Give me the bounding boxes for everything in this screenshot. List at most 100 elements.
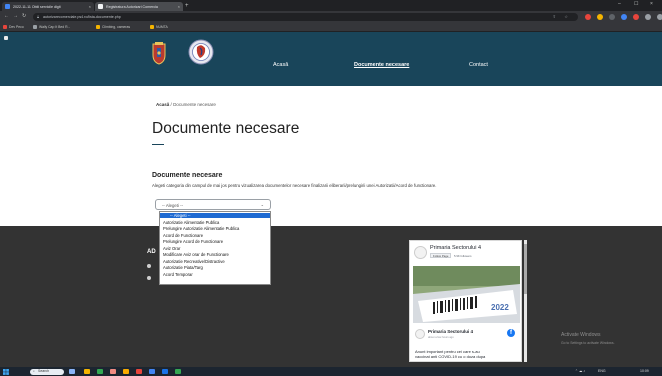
- breadcrumb-current: Documente necesare: [173, 102, 216, 107]
- facebook-page-name[interactable]: Primaria Sectorului 4: [430, 245, 481, 251]
- dropdown-option[interactable]: Prelungire Acord de Functionare: [160, 239, 270, 244]
- site-header: [0, 32, 662, 86]
- maximize-button[interactable]: ☐: [634, 1, 638, 7]
- nav-contact[interactable]: Contact: [469, 62, 488, 68]
- bookmark-item[interactable]: NUMTA: [150, 24, 168, 29]
- task-view-icon[interactable]: [69, 369, 75, 374]
- reload-icon[interactable]: ↻: [22, 13, 26, 19]
- post-author-name[interactable]: Primaria Sectorului 4: [428, 329, 473, 334]
- followers-count: 5.9K followers: [454, 253, 472, 258]
- post-author-avatar[interactable]: [415, 329, 425, 339]
- follow-page-button[interactable]: Follow Page: [430, 253, 451, 258]
- facebook-icon[interactable]: f: [507, 329, 515, 337]
- bookmark-label: Wally Cap It Bed R...: [39, 24, 71, 29]
- bookmark-item[interactable]: Dev Peco: [3, 24, 24, 29]
- nav-home[interactable]: Acasă: [273, 62, 288, 68]
- bookmark-label: Dev Peco: [9, 24, 24, 29]
- scrollbar-thumb[interactable]: [524, 244, 527, 294]
- cover-photo[interactable]: 2022: [413, 266, 520, 323]
- dropdown-option[interactable]: Autorizatie Alimentatie Publica: [160, 220, 270, 225]
- widget-scrollbar[interactable]: [524, 240, 527, 362]
- close-tab-icon[interactable]: ×: [89, 4, 91, 9]
- minimize-button[interactable]: –: [618, 1, 621, 7]
- sidebar-icon[interactable]: [657, 14, 662, 20]
- extension-icon[interactable]: [621, 14, 627, 20]
- app-icon[interactable]: [162, 369, 168, 374]
- browser-tab-active[interactable]: Registratura Autorizari Comercia ×: [95, 2, 183, 11]
- url-text: autorizarecomerciale.ps4.ro/lista-docume…: [43, 14, 121, 19]
- dropdown-option[interactable]: Prelungire Autorizatie Alimentatie Publi…: [160, 226, 270, 231]
- lock-icon: 🔒︎: [37, 14, 40, 19]
- bookmark-icon: [33, 24, 37, 29]
- taskbar-clock[interactable]: 10:09: [640, 369, 649, 373]
- app-icon[interactable]: [136, 369, 142, 374]
- breadcrumb: Acasă / Documente necesare: [156, 102, 216, 107]
- dropdown-option[interactable]: Modificare Aviz orar de Functionare: [160, 252, 270, 257]
- title-underline: [152, 144, 164, 145]
- bookmark-icon: [3, 24, 7, 29]
- select-value: -- Alegeti --: [162, 202, 184, 208]
- puzzle-icon[interactable]: [645, 14, 651, 20]
- bookmark-star-icon[interactable]: ☆: [564, 14, 568, 19]
- app-icon[interactable]: [175, 369, 181, 374]
- email-icon: [147, 276, 151, 280]
- address-bar[interactable]: 🔒︎ autorizarecomerciale.ps4.ro/lista-doc…: [33, 13, 578, 21]
- pin-icon: [4, 36, 8, 40]
- chevron-down-icon: ⌄: [260, 202, 264, 207]
- bookmark-label: Climbing, cameras: [102, 24, 131, 29]
- category-select[interactable]: -- Alegeti -- ⌄: [155, 199, 271, 210]
- file-explorer-icon[interactable]: [123, 369, 129, 374]
- dropdown-option[interactable]: Aviz Orar: [160, 246, 270, 251]
- system-tray-icons[interactable]: ⌃ ☁ ♪: [575, 369, 585, 373]
- search-placeholder: Search: [38, 369, 50, 373]
- close-tab-icon[interactable]: ×: [178, 4, 180, 9]
- breadcrumb-separator: /: [170, 102, 172, 107]
- share-icon[interactable]: ⇪: [553, 14, 556, 19]
- bookmark-icon: [150, 24, 154, 29]
- back-icon[interactable]: ←: [4, 13, 9, 19]
- nav-documents[interactable]: Documente necesare: [354, 62, 409, 68]
- bookmark-item[interactable]: Wally Cap It Bed R...: [33, 24, 71, 29]
- section-description: Alegeti categoria din campul de mai jos …: [152, 183, 437, 188]
- dropdown-option[interactable]: Acord Temporar: [160, 272, 270, 277]
- location-icon: [147, 264, 151, 268]
- bookmark-icon: [96, 24, 100, 29]
- globe-icon: [98, 4, 103, 9]
- dropdown-option[interactable]: Acord de Functionare: [160, 233, 270, 238]
- forward-icon[interactable]: →: [13, 13, 18, 19]
- coat-of-arms-logo[interactable]: [150, 41, 168, 65]
- page-avatar[interactable]: [414, 246, 427, 259]
- new-tab-button[interactable]: +: [185, 2, 189, 10]
- screen: 2022-11-11 Obiii servicile digit × Regis…: [0, 0, 662, 376]
- app-icon[interactable]: [97, 369, 103, 374]
- photo-year-text: 2022: [491, 303, 509, 312]
- page-title: Documente necesare: [152, 120, 300, 137]
- browser-tab-strip: 2022-11-11 Obiii servicile digit × Regis…: [0, 0, 662, 11]
- windows-start-icon[interactable]: [3, 368, 9, 375]
- extension-icon[interactable]: [609, 14, 615, 20]
- app-icon[interactable]: [84, 369, 90, 374]
- activate-windows-title: Activate Windows: [561, 332, 601, 338]
- extension-icon[interactable]: [597, 14, 603, 20]
- taskbar-search[interactable]: ⌕ Search: [30, 368, 64, 375]
- dropdown-option-selected[interactable]: -- Alegeti --: [160, 213, 270, 219]
- language-indicator[interactable]: ENG: [598, 369, 606, 373]
- breadcrumb-home[interactable]: Acasă: [156, 102, 169, 107]
- category-dropdown-list[interactable]: -- Alegeti -- Autorizatie Alimentatie Pu…: [159, 211, 271, 285]
- browser-tab[interactable]: 2022-11-11 Obiii servicile digit ×: [2, 2, 94, 11]
- sector-badge-logo[interactable]: [188, 39, 214, 65]
- bookmark-item[interactable]: Climbing, cameras: [96, 24, 131, 29]
- footer: [0, 226, 662, 367]
- close-window-button[interactable]: ×: [650, 1, 653, 7]
- extension-icon[interactable]: [585, 14, 591, 20]
- bookmark-label: NUMTA: [156, 24, 168, 29]
- dropdown-option[interactable]: Autorizatie Recreative/Distractive: [160, 259, 270, 264]
- chrome-icon[interactable]: [149, 369, 155, 374]
- post-timestamp: about a few hours ago: [428, 336, 454, 339]
- windows-taskbar: ⌕ Search ⌃ ☁ ♪ ENG 10:09: [0, 367, 662, 376]
- dropdown-option[interactable]: Autorizatie Piata/Targ: [160, 265, 270, 270]
- footer-heading: AD: [147, 249, 156, 255]
- app-icon[interactable]: [110, 369, 116, 374]
- activate-windows-subtitle: Go to Settings to activate Windows.: [561, 341, 615, 345]
- extension-icon[interactable]: [633, 14, 639, 20]
